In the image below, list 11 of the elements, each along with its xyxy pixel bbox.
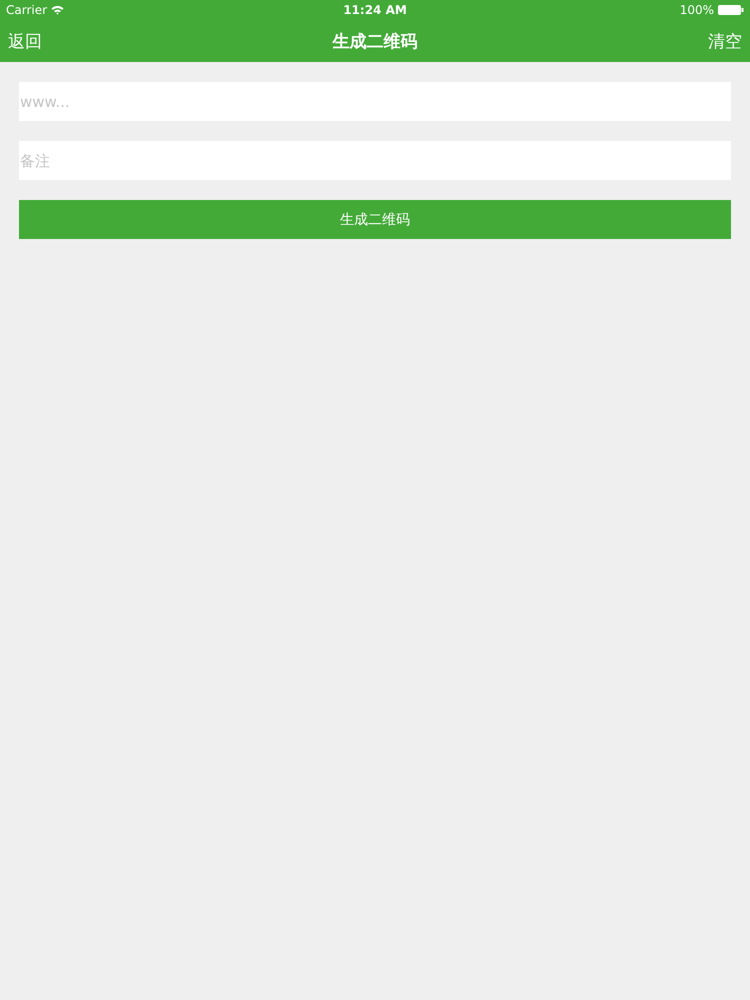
battery-percent: 100% — [680, 3, 714, 17]
clear-button[interactable]: 清空 — [708, 30, 742, 52]
carrier-name: Carrier — [6, 3, 48, 17]
wifi-icon — [51, 5, 64, 15]
generate-button[interactable]: 生成二维码 — [19, 200, 731, 239]
status-time: 11:24 AM — [343, 3, 407, 17]
input-field[interactable]: www... — [19, 82, 731, 121]
back-button[interactable]: 返回 — [8, 30, 42, 52]
input-field[interactable]: 备注 — [19, 141, 731, 180]
battery-icon — [718, 5, 744, 15]
nav-title: 生成二维码 — [332, 30, 418, 52]
